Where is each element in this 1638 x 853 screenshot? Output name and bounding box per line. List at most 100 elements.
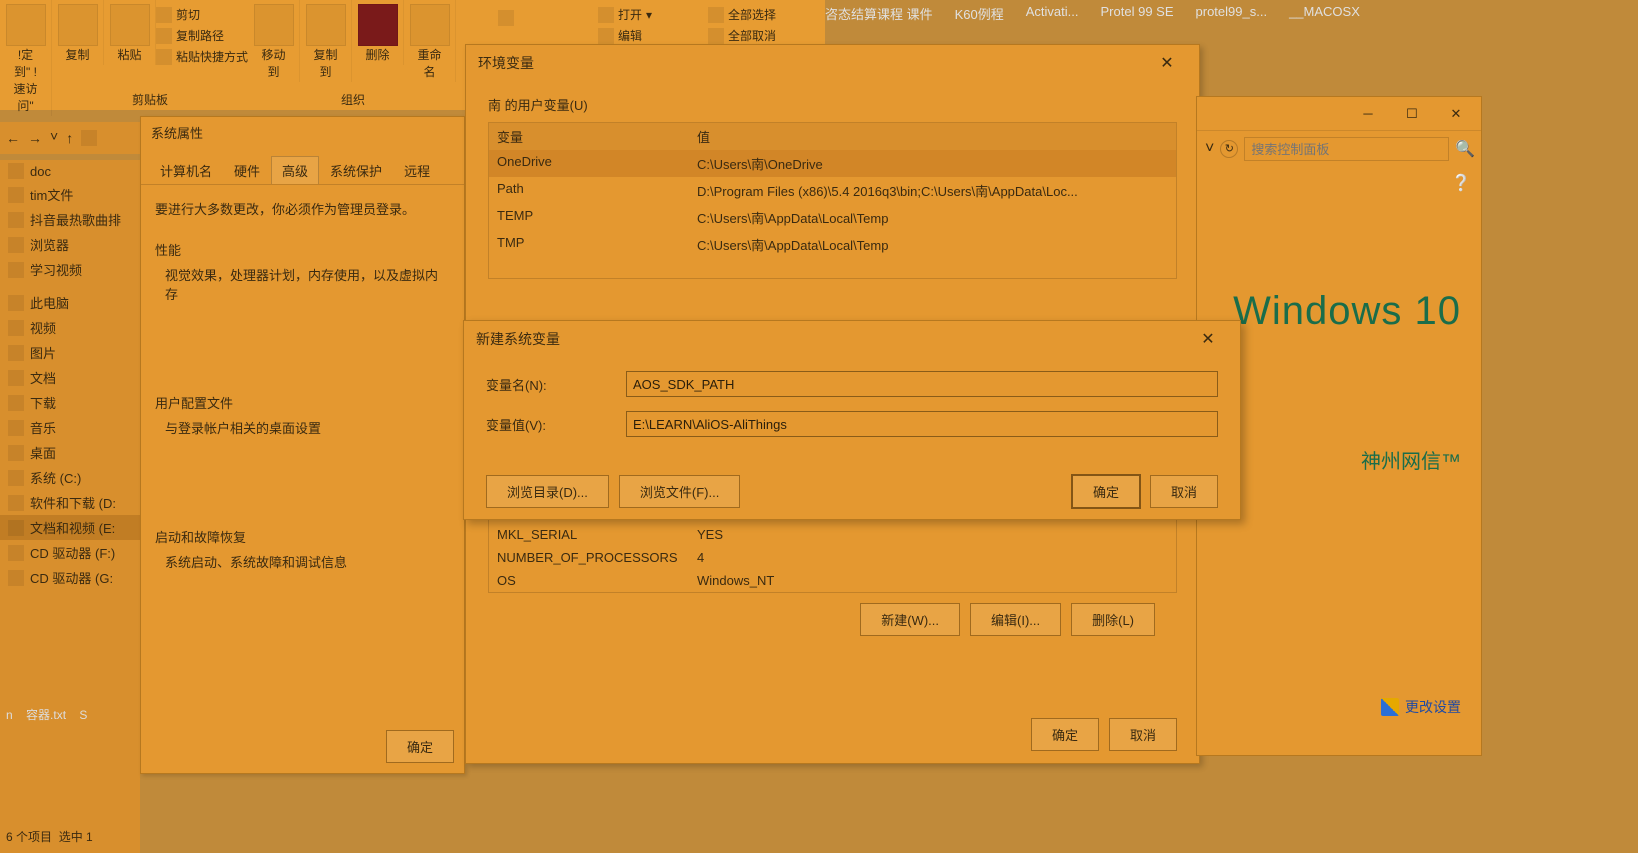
- brand-text: 神州网信™: [1361, 445, 1461, 474]
- desktop-icon[interactable]: Activati...: [1026, 4, 1079, 19]
- rename-button[interactable]: 重命名: [404, 0, 456, 82]
- user-variables-label: 南 的用户变量(U): [488, 95, 1177, 114]
- table-row[interactable]: OneDriveC:\Users\南\OneDrive: [489, 150, 1176, 177]
- search-input[interactable]: [1244, 137, 1449, 161]
- sysvar-new-button[interactable]: 新建(W)...: [860, 603, 960, 636]
- desktop-icon[interactable]: K60例程: [955, 4, 1004, 23]
- tree-item-drive-g[interactable]: CD 驱动器 (G:: [0, 565, 140, 590]
- tree-item[interactable]: 桌面: [0, 440, 140, 465]
- newvar-ok-button[interactable]: 确定: [1072, 475, 1140, 508]
- forward-button[interactable]: →: [28, 130, 42, 146]
- dialog-title: 系统属性: [141, 117, 464, 148]
- up-button[interactable]: ↑: [66, 130, 73, 146]
- tree-item[interactable]: tim文件: [0, 182, 140, 207]
- startup-section-title: 启动和故障恢复: [155, 527, 450, 546]
- tree-item[interactable]: 图片: [0, 340, 140, 365]
- tree-item[interactable]: 学习视频: [0, 257, 140, 282]
- shortcut-icon: [156, 49, 172, 65]
- tree-item[interactable]: 文档: [0, 365, 140, 390]
- maximize-button[interactable]: ☐: [1391, 100, 1433, 128]
- paste-button[interactable]: 粘贴: [104, 0, 156, 65]
- cut-button[interactable]: 剪切: [156, 6, 248, 23]
- tree-item[interactable]: doc: [0, 160, 140, 182]
- open-button[interactable]: 打开 ▾: [598, 6, 652, 23]
- minimize-button[interactable]: ─: [1347, 100, 1389, 128]
- pin-label: !定到" !速访问": [10, 46, 41, 114]
- tab-system-protection[interactable]: 系统保护: [319, 156, 393, 184]
- copy-path-button[interactable]: 复制路径: [156, 27, 248, 44]
- tree-item[interactable]: 视频: [0, 315, 140, 340]
- table-row[interactable]: TEMPC:\Users\南\AppData\Local\Temp: [489, 204, 1176, 231]
- close-button[interactable]: ✕: [1435, 100, 1477, 128]
- newvar-cancel-button[interactable]: 取消: [1150, 475, 1218, 508]
- table-row[interactable]: NUMBER_OF_PROCESSORS4: [489, 546, 1176, 569]
- dialog-title: 新建系统变量: [476, 329, 560, 349]
- new-item[interactable]: [498, 10, 514, 26]
- delete-button[interactable]: 删除: [352, 0, 404, 65]
- tree-item-drive-f[interactable]: CD 驱动器 (F:): [0, 540, 140, 565]
- table-row[interactable]: PathD:\Program Files (x86)\5.4 2016q3\bi…: [489, 177, 1176, 204]
- sysvar-delete-button[interactable]: 删除(L): [1071, 603, 1155, 636]
- change-settings-link[interactable]: 更改设置: [1381, 697, 1461, 717]
- help-icon[interactable]: ❔: [1197, 167, 1481, 199]
- select-all-button[interactable]: 全部选择: [708, 6, 776, 23]
- select-none-button[interactable]: 全部取消: [708, 27, 776, 44]
- browse-file-button[interactable]: 浏览文件(F)...: [619, 475, 740, 508]
- variable-value-input[interactable]: [626, 411, 1218, 437]
- explorer-nav-bar: ← → ˅ ↑: [0, 122, 140, 154]
- tree-item[interactable]: 浏览器: [0, 232, 140, 257]
- tab-remote[interactable]: 远程: [393, 156, 441, 184]
- tab-advanced[interactable]: 高级: [271, 156, 319, 184]
- tree-item-drive-d[interactable]: 软件和下载 (D:: [0, 490, 140, 515]
- tree-item[interactable]: 音乐: [0, 415, 140, 440]
- envvar-ok-button[interactable]: 确定: [1031, 718, 1099, 751]
- close-button[interactable]: ✕: [1147, 53, 1187, 73]
- desktop-icon[interactable]: Protel 99 SE: [1101, 4, 1174, 19]
- path-icon: [156, 28, 172, 44]
- table-row[interactable]: MKL_SERIALYES: [489, 523, 1176, 546]
- browse-directory-button[interactable]: 浏览目录(D)...: [486, 475, 609, 508]
- performance-section-title: 性能: [155, 240, 450, 259]
- tree-item-drive-e[interactable]: 文档和视频 (E:: [0, 515, 140, 540]
- startup-section-desc: 系统启动、系统故障和调试信息: [155, 552, 450, 571]
- organize-section-label: 组织: [248, 91, 458, 108]
- variable-name-input[interactable]: [626, 371, 1218, 397]
- desktop-icon[interactable]: 咨态结算课程 课件: [825, 4, 933, 23]
- variable-value-label: 变量值(V):: [486, 415, 626, 434]
- moveto-button[interactable]: 移动到: [248, 0, 300, 82]
- col-header-value: 值: [689, 123, 1176, 150]
- close-button[interactable]: ✕: [1188, 329, 1228, 349]
- x-icon: [358, 4, 398, 46]
- edit-button[interactable]: 编辑: [598, 27, 652, 44]
- desktop-icon[interactable]: protel99_s...: [1196, 4, 1268, 19]
- tab-computer-name[interactable]: 计算机名: [149, 156, 223, 184]
- folder-tree: doc tim文件 抖音最热歌曲排 浏览器 学习视频 此电脑 视频 图片 文档 …: [0, 160, 140, 853]
- sysprop-ok-button[interactable]: 确定: [386, 730, 454, 763]
- user-profiles-section-title: 用户配置文件: [155, 393, 450, 412]
- intro-text: 要进行大多数更改，你必须作为管理员登录。: [155, 199, 450, 218]
- back-button[interactable]: ←: [6, 130, 20, 146]
- folder-icon: [81, 130, 97, 146]
- pin-group[interactable]: !定到" !速访问": [0, 0, 52, 116]
- sysvar-edit-button[interactable]: 编辑(I)...: [970, 603, 1061, 636]
- desktop-icons-row: 咨态结算课程 课件 K60例程 Activati... Protel 99 SE…: [825, 0, 1638, 48]
- tree-item-drive-c[interactable]: 系统 (C:): [0, 465, 140, 490]
- refresh-icon[interactable]: ↻: [1220, 140, 1238, 158]
- tree-item[interactable]: 抖音最热歌曲排: [0, 207, 140, 232]
- tree-item-this-pc[interactable]: 此电脑: [0, 290, 140, 315]
- paste-shortcut-button[interactable]: 粘贴快捷方式: [156, 48, 248, 65]
- search-icon[interactable]: 🔍: [1455, 139, 1473, 159]
- copy-button[interactable]: 复制: [52, 0, 104, 65]
- tab-hardware[interactable]: 硬件: [223, 156, 271, 184]
- tree-item[interactable]: 下载: [0, 390, 140, 415]
- user-variables-table[interactable]: 变量值 OneDriveC:\Users\南\OneDrive PathD:\P…: [488, 122, 1177, 279]
- cd-icon: [8, 545, 24, 561]
- dialog-title: 环境变量: [478, 53, 534, 73]
- desktop-icon[interactable]: __MACOSX: [1289, 4, 1360, 19]
- performance-section-desc: 视觉效果，处理器计划，内存使用，以及虚拟内存: [155, 265, 450, 303]
- new-system-variable-dialog: 新建系统变量 ✕ 变量名(N): 变量值(V): 浏览目录(D)... 浏览文件…: [463, 320, 1241, 520]
- table-row[interactable]: TMPC:\Users\南\AppData\Local\Temp: [489, 231, 1176, 258]
- table-row[interactable]: OSWindows_NT: [489, 569, 1176, 592]
- copyto-button[interactable]: 复制到: [300, 0, 352, 82]
- envvar-cancel-button[interactable]: 取消: [1109, 718, 1177, 751]
